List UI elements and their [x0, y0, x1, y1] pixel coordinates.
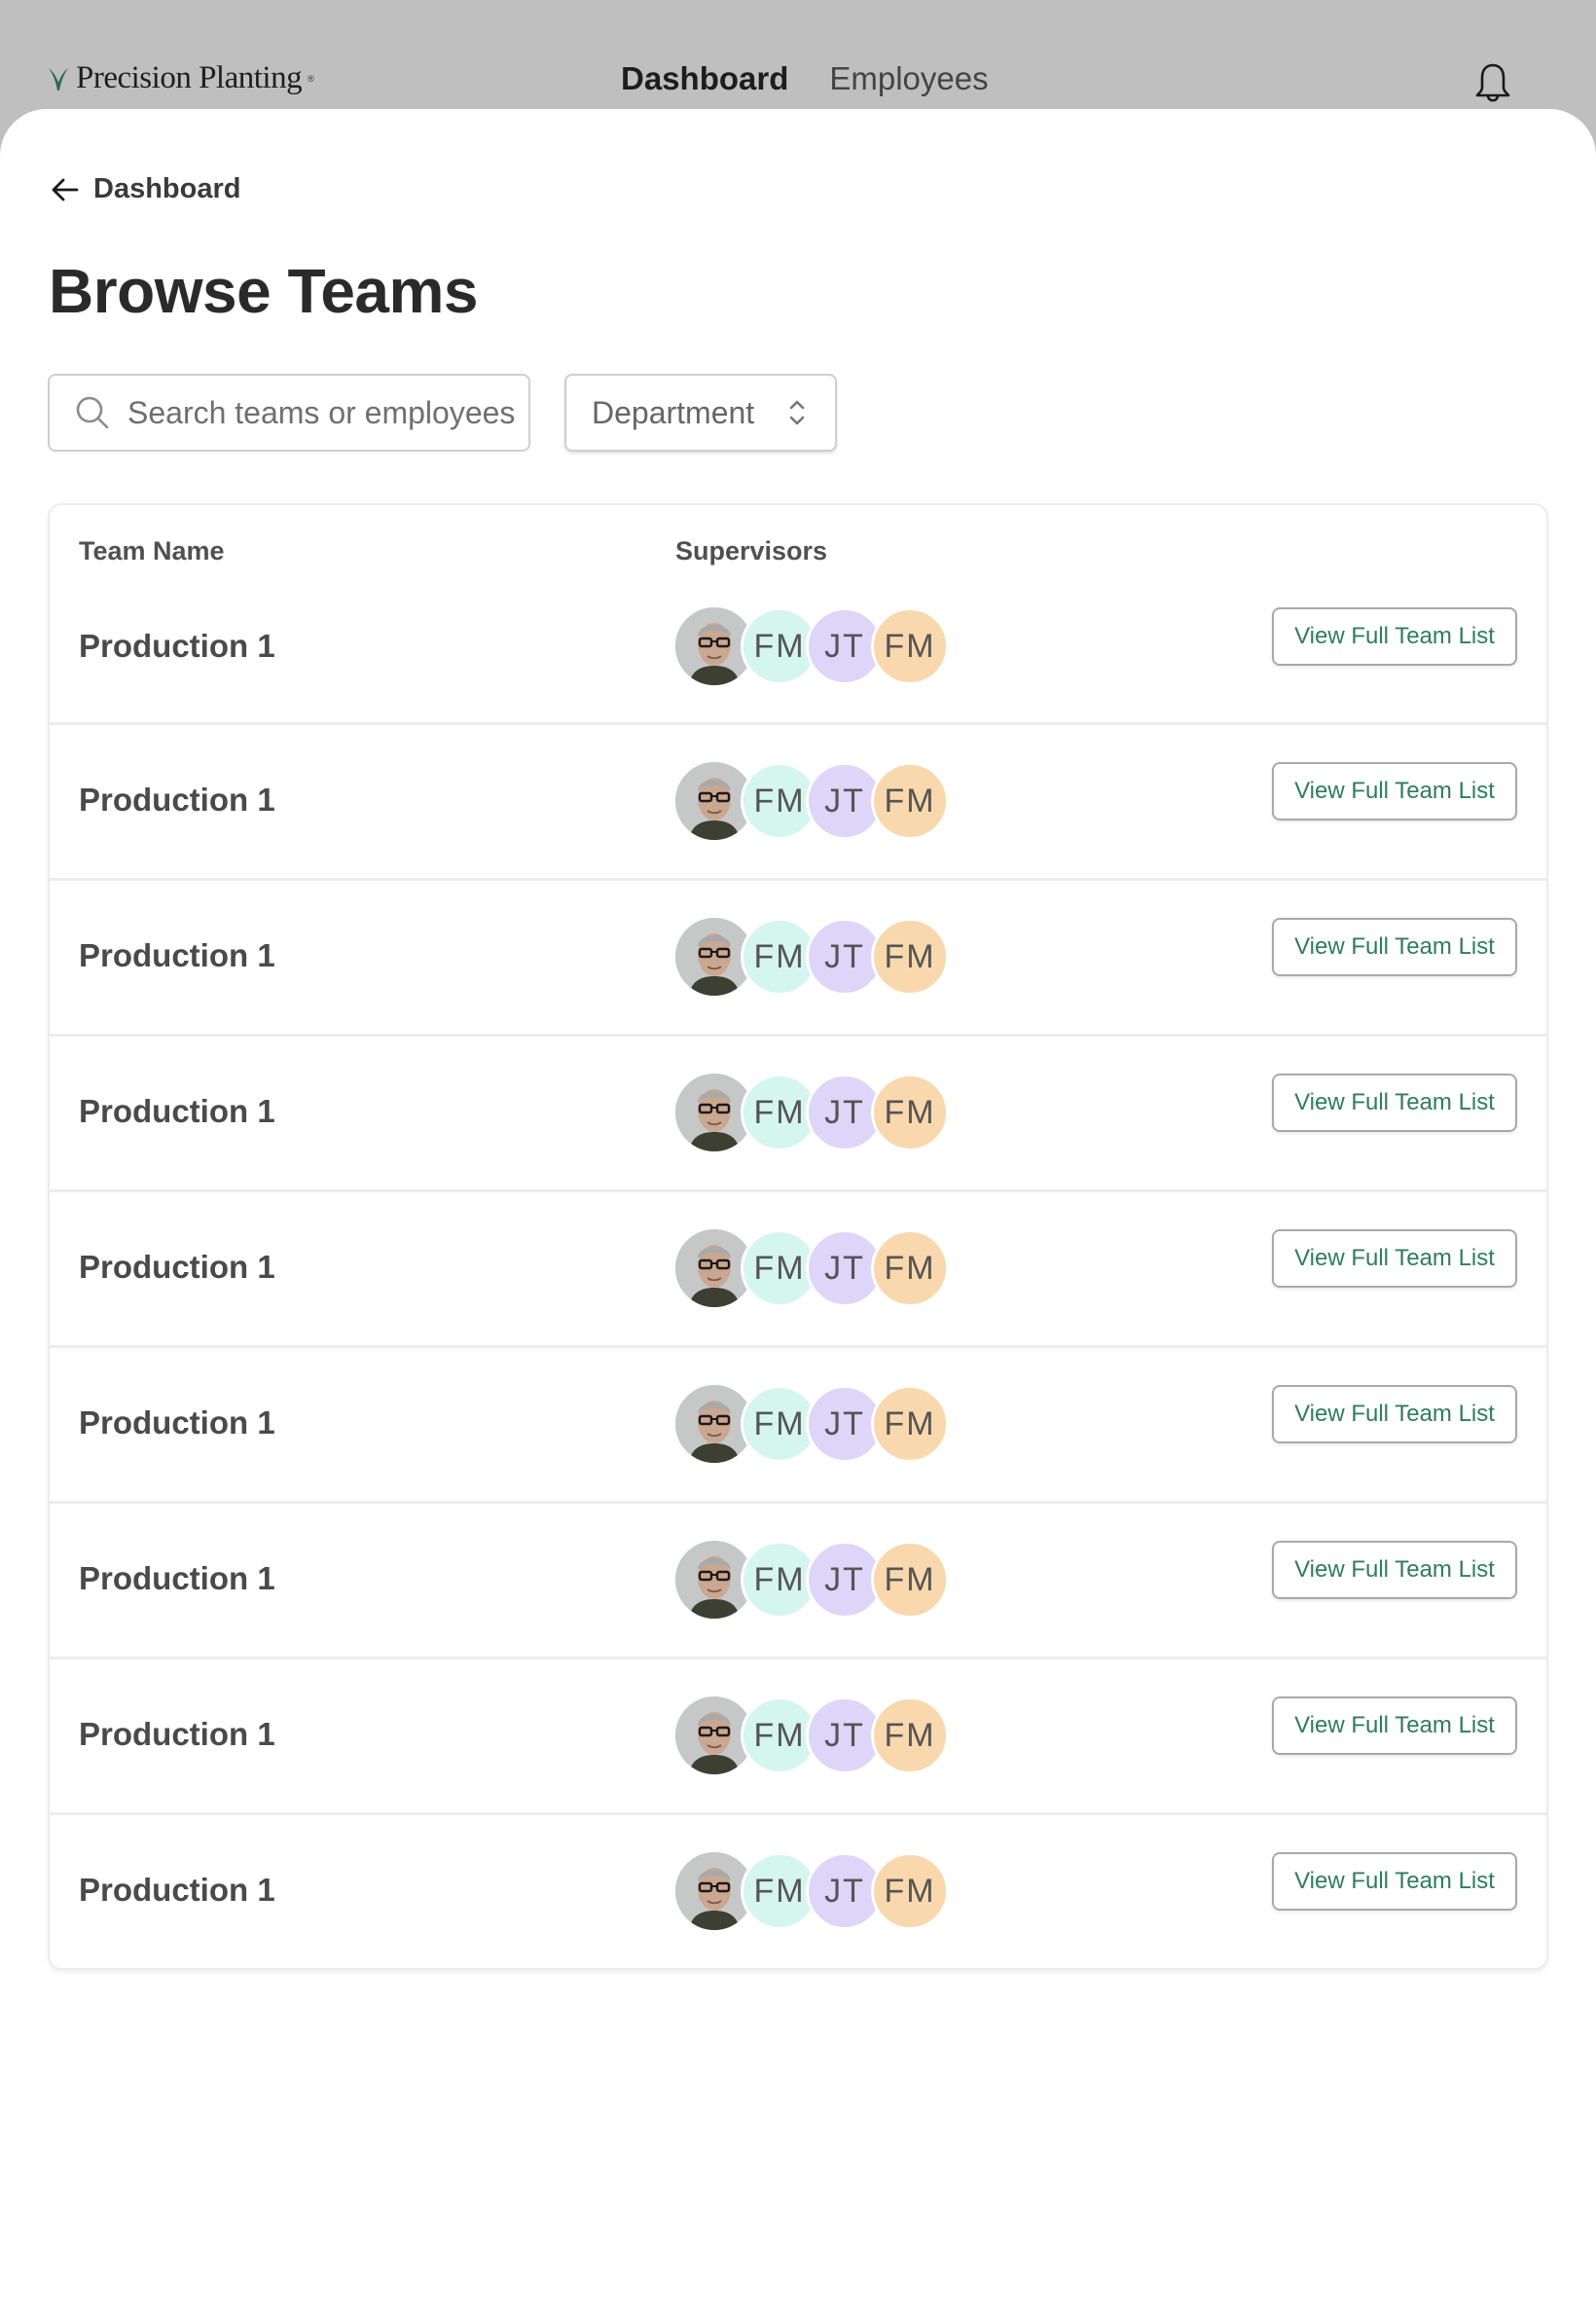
team-name: Production 1: [79, 1404, 275, 1440]
bell-icon[interactable]: [1473, 62, 1512, 107]
supervisor-avatar-initials[interactable]: FM: [871, 1852, 949, 1930]
table-row: Production 1 FM JT FM View Full Team List: [50, 1812, 1546, 1968]
table-row: Production 1 FM JT FM View Full Team List: [50, 1034, 1546, 1189]
view-full-team-list-button[interactable]: View Full Team List: [1272, 762, 1517, 820]
view-full-team-list-button[interactable]: View Full Team List: [1272, 1696, 1517, 1755]
supervisor-avatars: FM JT FM: [675, 1541, 949, 1619]
supervisor-avatar-initials[interactable]: FM: [871, 918, 949, 996]
page-title: Browse Teams: [49, 256, 479, 326]
table-row: Production 1 FM JT FM View Full Team List: [50, 722, 1546, 878]
brand-logo[interactable]: Precision Planting ®: [47, 60, 314, 96]
team-name: Production 1: [79, 1716, 275, 1752]
table-row: Production 1 FM JT FM View Full Team List: [50, 1345, 1546, 1501]
supervisor-avatars: FM JT FM: [675, 1385, 949, 1463]
team-name: Production 1: [79, 628, 275, 664]
table-row: Production 1 FM JT FM View Full Team List: [50, 1189, 1546, 1345]
supervisor-avatars: FM JT FM: [675, 918, 949, 996]
view-full-team-list-button[interactable]: View Full Team List: [1272, 1074, 1517, 1132]
team-name: Production 1: [79, 782, 275, 818]
table-header: Team Name Supervisors: [50, 505, 1546, 591]
supervisor-avatars: FM JT FM: [675, 1074, 949, 1151]
view-full-team-list-button[interactable]: View Full Team List: [1272, 607, 1517, 666]
team-name: Production 1: [79, 1872, 275, 1908]
table-row: Production 1 FM JT FM View Full Team List: [50, 1501, 1546, 1657]
brand-name: Precision Planting: [76, 60, 303, 95]
supervisor-avatars: FM JT FM: [675, 1852, 949, 1930]
team-name: Production 1: [79, 937, 275, 973]
department-select[interactable]: Department: [564, 374, 837, 452]
supervisor-avatar-initials[interactable]: FM: [871, 607, 949, 685]
teams-table: Team Name Supervisors Production 1 FM JT F…: [48, 503, 1548, 1970]
main-nav: Dashboard Employees: [621, 60, 989, 97]
view-full-team-list-button[interactable]: View Full Team List: [1272, 1229, 1517, 1288]
nav-employees[interactable]: Employees: [829, 60, 988, 97]
arrow-left-icon: [52, 178, 79, 201]
chevron-up-down-icon: [789, 400, 805, 425]
column-header-team-name: Team Name: [79, 536, 225, 565]
view-full-team-list-button[interactable]: View Full Team List: [1272, 1385, 1517, 1443]
view-full-team-list-button[interactable]: View Full Team List: [1272, 1852, 1517, 1911]
nav-dashboard[interactable]: Dashboard: [621, 60, 788, 97]
sprout-icon: [49, 67, 68, 91]
content-panel: Dashboard Browse Teams Department Team N…: [0, 109, 1596, 2297]
team-name: Production 1: [79, 1093, 275, 1129]
team-name: Production 1: [79, 1249, 275, 1285]
search-input[interactable]: [126, 393, 528, 432]
registered-mark: ®: [308, 73, 314, 84]
view-full-team-list-button[interactable]: View Full Team List: [1272, 918, 1517, 976]
top-bar: Precision Planting ® Dashboard Employees: [0, 0, 1596, 109]
supervisor-avatars: FM JT FM: [675, 607, 949, 685]
supervisor-avatar-initials[interactable]: FM: [871, 1229, 949, 1307]
table-row: Production 1 FM JT FM View Full Team List: [50, 1657, 1546, 1812]
back-link-label: Dashboard: [93, 173, 241, 204]
supervisor-avatar-initials[interactable]: FM: [871, 1074, 949, 1151]
search-icon: [76, 396, 109, 429]
team-name: Production 1: [79, 1560, 275, 1596]
back-link[interactable]: Dashboard: [51, 173, 240, 205]
column-header-supervisors: Supervisors: [675, 536, 828, 565]
supervisor-avatar-initials[interactable]: FM: [871, 1696, 949, 1774]
supervisor-avatars: FM JT FM: [675, 762, 949, 840]
supervisor-avatar-initials[interactable]: FM: [871, 762, 949, 840]
table-row: Production 1 FM JT FM View Full Team List: [50, 591, 1546, 722]
supervisor-avatars: FM JT FM: [675, 1696, 949, 1774]
department-select-value: Department: [592, 394, 755, 430]
supervisor-avatar-initials[interactable]: FM: [871, 1541, 949, 1619]
search-field[interactable]: [48, 374, 530, 452]
table-body: Production 1 FM JT FM View Full Team List …: [50, 591, 1546, 1968]
view-full-team-list-button[interactable]: View Full Team List: [1272, 1541, 1517, 1599]
table-row: Production 1 FM JT FM View Full Team List: [50, 878, 1546, 1034]
supervisor-avatars: FM JT FM: [675, 1229, 949, 1307]
supervisor-avatar-initials[interactable]: FM: [871, 1385, 949, 1463]
